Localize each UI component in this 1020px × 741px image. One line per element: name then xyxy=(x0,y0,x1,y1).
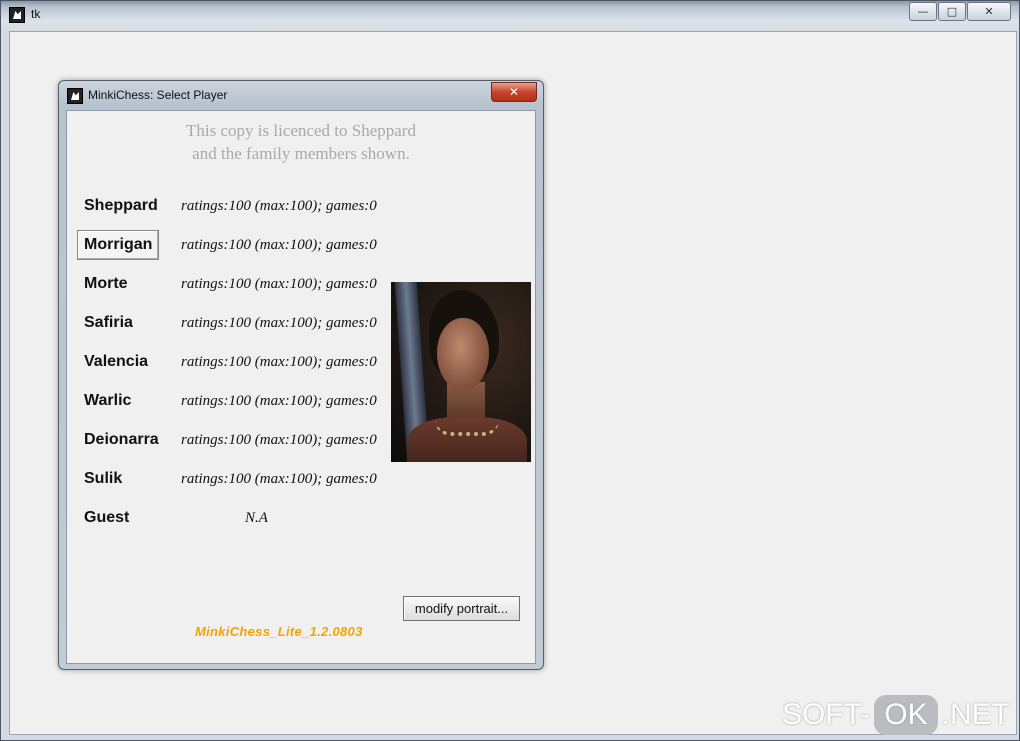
player-button-morte[interactable]: Morte xyxy=(84,275,128,293)
player-button-sulik[interactable]: Sulik xyxy=(84,470,122,488)
close-button[interactable]: ✕ xyxy=(967,2,1011,21)
select-player-dialog: MinkiChess: Select Player ✕ This copy is… xyxy=(58,80,544,670)
maximize-button[interactable]: □ xyxy=(938,2,966,21)
player-stats: ratings:100 (max:100); games:0 xyxy=(181,237,377,253)
maximize-icon: □ xyxy=(946,5,958,18)
player-button-warlic[interactable]: Warlic xyxy=(84,392,131,410)
version-label: MinkiChess_Lite_1.2.0803 xyxy=(195,624,363,639)
watermark: SOFT- OK .NET xyxy=(782,694,1010,736)
app-icon xyxy=(9,7,25,23)
player-button-sheppard[interactable]: Sheppard xyxy=(84,197,158,215)
window-controls: — □ ✕ xyxy=(908,2,1011,21)
close-icon: ✕ xyxy=(984,5,994,18)
player-row-morrigan: Morrigan ratings:100 (max:100); games:0 xyxy=(67,230,397,262)
watermark-right: .NET xyxy=(941,698,1010,731)
player-button-morrigan[interactable]: Morrigan xyxy=(77,230,160,260)
player-row-valencia: Valencia ratings:100 (max:100); games:0 xyxy=(67,347,397,379)
minimize-icon: — xyxy=(917,5,929,18)
player-stats: ratings:100 (max:100); games:0 xyxy=(181,354,377,370)
player-row-deionarra: Deionarra ratings:100 (max:100); games:0 xyxy=(67,425,397,457)
licence-line-1: This copy is licenced to Sheppard xyxy=(186,121,416,140)
main-window-title: tk xyxy=(31,7,41,21)
player-stats: ratings:100 (max:100); games:0 xyxy=(181,315,377,331)
player-row-warlic: Warlic ratings:100 (max:100); games:0 xyxy=(67,386,397,418)
player-row-morte: Morte ratings:100 (max:100); games:0 xyxy=(67,269,397,301)
licence-notice: This copy is licenced to Sheppard and th… xyxy=(67,119,535,165)
main-window-titlebar[interactable]: tk xyxy=(7,5,907,25)
player-stats: ratings:100 (max:100); games:0 xyxy=(181,471,377,487)
player-row-guest: Guest N.A xyxy=(67,503,397,535)
player-stats: ratings:100 (max:100); games:0 xyxy=(181,393,377,409)
portrait-necklace xyxy=(435,420,499,436)
dialog-app-icon xyxy=(67,88,83,104)
player-button-deionarra[interactable]: Deionarra xyxy=(84,431,159,449)
player-row-sheppard: Sheppard ratings:100 (max:100); games:0 xyxy=(67,191,397,223)
player-stats: ratings:100 (max:100); games:0 xyxy=(181,276,377,292)
portrait-face xyxy=(437,318,489,390)
player-portrait xyxy=(391,282,531,462)
player-stats: ratings:100 (max:100); games:0 xyxy=(181,198,377,214)
modify-portrait-button[interactable]: modify portrait... xyxy=(403,596,520,621)
dialog-title: MinkiChess: Select Player xyxy=(88,88,228,102)
watermark-pill: OK xyxy=(874,695,938,735)
dialog-client: This copy is licenced to Sheppard and th… xyxy=(66,110,536,664)
player-row-sulik: Sulik ratings:100 (max:100); games:0 xyxy=(67,464,397,496)
player-row-safiria: Safiria ratings:100 (max:100); games:0 xyxy=(67,308,397,340)
watermark-left: SOFT- xyxy=(781,698,871,731)
player-stats: N.A xyxy=(245,510,268,526)
player-button-valencia[interactable]: Valencia xyxy=(84,353,148,371)
player-button-guest[interactable]: Guest xyxy=(84,509,129,527)
player-stats: ratings:100 (max:100); games:0 xyxy=(181,432,377,448)
player-button-safiria[interactable]: Safiria xyxy=(84,314,133,332)
licence-line-2: and the family members shown. xyxy=(192,144,410,163)
dialog-close-button[interactable]: ✕ xyxy=(491,82,537,102)
close-icon: ✕ xyxy=(508,85,520,99)
minimize-button[interactable]: — xyxy=(909,2,937,21)
